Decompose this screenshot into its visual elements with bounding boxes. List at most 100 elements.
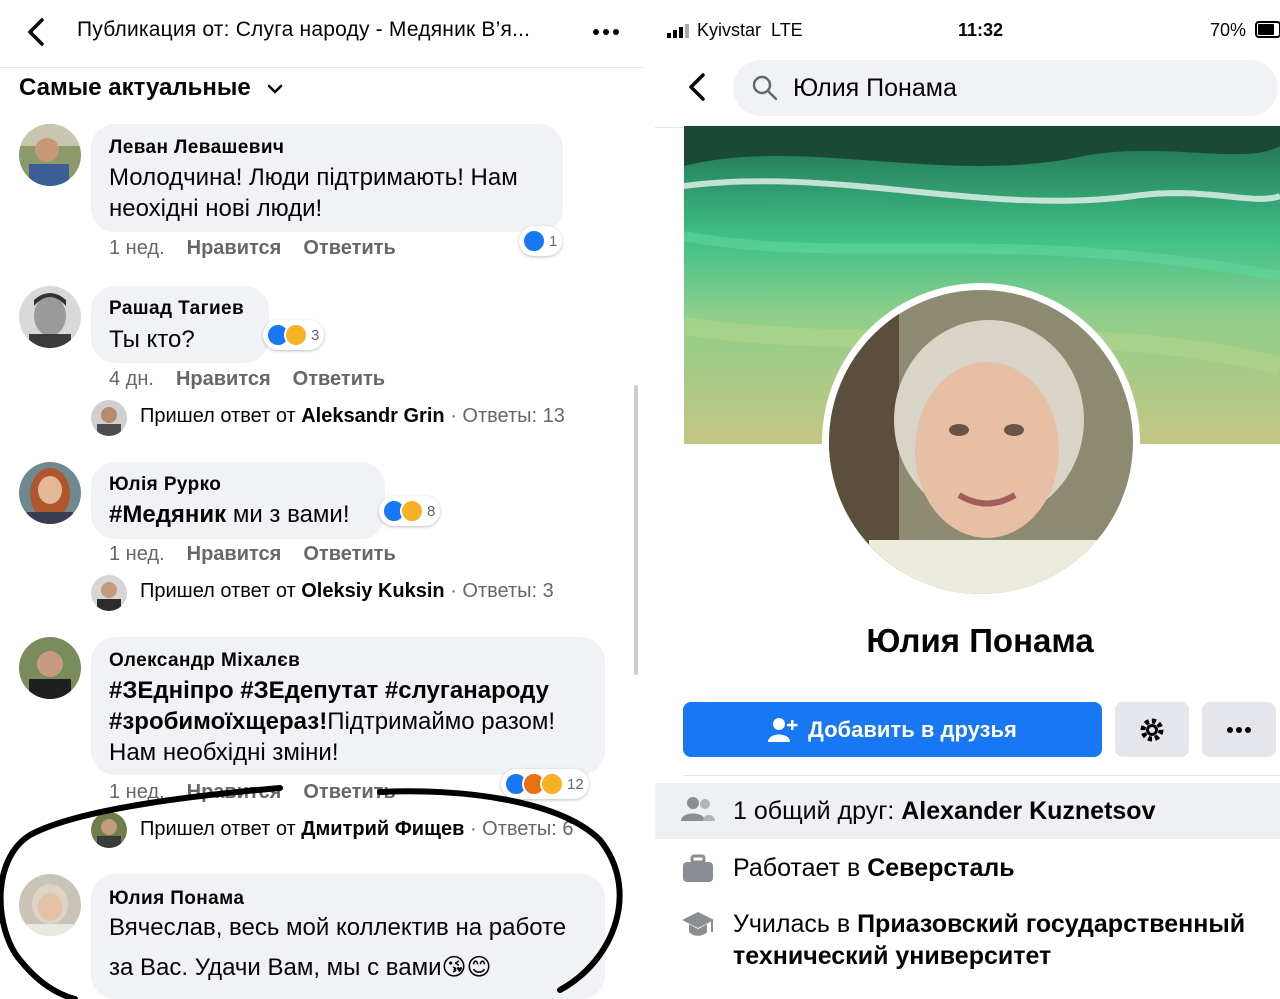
like-button[interactable]: Нравится [187,781,282,803]
reply-prefix: Пришел ответ от [140,405,296,427]
post-header: Публикация от: Слуга народу - Медяник В’… [0,0,645,68]
friends-icon [681,797,715,821]
reaction-summary[interactable]: 8 [379,496,441,526]
add-friend-icon [768,717,798,742]
chevron-left-icon[interactable] [683,70,713,104]
chevron-left-icon[interactable] [22,14,52,50]
comment-text: #Медяник ми з вами! [109,499,350,530]
mutual-friend-name[interactable]: Alexander Kuznetsov [901,797,1155,825]
comment-text: Молодчина! Люди підтримають! Нам [109,164,518,191]
comment-meta: 1 нед. Нравится Ответить [109,781,396,804]
comment-time: 1 нед. [109,237,165,259]
reaction-count: 12 [567,775,584,793]
more-horizontal-icon[interactable] [590,18,622,46]
haha-reaction-icon [540,772,564,796]
comment-author[interactable]: Леван Левашевич [109,137,284,159]
comment-time: 1 нед. [109,781,165,803]
reaction-count: 1 [549,232,558,250]
like-reaction-icon [522,229,546,253]
reply-author: Дмитрий Фищев [301,818,465,840]
reply-avatar[interactable] [91,812,127,848]
comment-author[interactable]: Олександр Міхалєв [109,650,300,672]
like-button[interactable]: Нравится [187,237,282,259]
reply-avatar[interactable] [91,575,127,611]
post-title: Публикация от: Слуга народу - Медяник В’… [77,18,531,41]
reply-prefix: Пришел ответ от [140,580,296,602]
haha-reaction-icon [284,323,308,347]
like-button[interactable]: Нравится [176,368,271,390]
profile-picture[interactable] [822,283,1140,601]
battery-percent: 70% [1210,20,1247,40]
comments-panel: Публикация от: Слуга народу - Медяник В’… [0,0,645,999]
comment-text: #ЗЕдніпро #ЗЕдепутат #слуганароду [109,675,549,706]
reply-button[interactable]: Ответить [303,237,395,259]
comment-text: Вячеслав, весь мой коллектив на работе [109,914,567,941]
search-input[interactable] [793,70,1263,106]
signal-icon [667,24,689,38]
study-place[interactable]: Приазовский государственный [857,910,1245,938]
hashtags[interactable]: #ЗЕдніпро #ЗЕдепутат #слуганароду [109,677,549,704]
reaction-count: 3 [311,326,320,344]
comment-text-rest: ми з вами! [226,501,350,528]
comment-text-rest: Підтримаймо разом! [327,708,555,735]
comment-author[interactable]: Юлія Рурко [109,474,221,496]
comment-sort-dropdown[interactable]: Самые актуальные [19,74,283,102]
reply-summary[interactable]: Пришел ответ от Aleksandr Grin · Ответы:… [140,405,565,428]
reaction-summary[interactable]: 3 [263,320,325,350]
reply-button[interactable]: Ответить [303,543,395,565]
reaction-summary[interactable]: 12 [501,769,589,799]
reply-button[interactable]: Ответить [293,368,385,390]
reply-avatar[interactable] [91,400,127,436]
comment-text: неохідні нові люди! [109,195,323,222]
add-friend-label: Добавить в друзья [808,716,1017,742]
comment-text-rest: за Вас. Удачи Вам, мы с вами [109,954,442,981]
search-icon [752,75,778,101]
work-place[interactable]: Северсталь [867,854,1014,882]
emoji: 😘😊 [441,954,492,981]
profile-panel: Kyivstar LTE 11:32 70% Юлия Понама Юлия … [655,0,1280,999]
graduation-cap-icon [682,912,714,936]
more-options-button[interactable] [1202,702,1276,757]
hashtag[interactable]: #зробимоїхщераз! [109,708,327,735]
reply-count: · Ответы: 3 [450,580,554,602]
comment-text: Ты кто? [109,326,195,353]
add-friend-button[interactable]: Добавить в друзья [683,702,1102,757]
comment-author[interactable]: Юлия Понама [109,888,244,910]
hashtag[interactable]: #Медяник [109,501,226,528]
work-prefix: Работает в [733,854,861,882]
avatar[interactable] [19,124,81,186]
mutual-friends-row[interactable]: 1 общий друг: Alexander Kuznetsov [655,783,1280,839]
reply-count: · Ответы: 6 [469,818,574,840]
reply-summary[interactable]: Пришел ответ от Oleksiy Kuksin · Ответы:… [140,580,554,603]
status-bar: Kyivstar LTE 11:32 70% [655,0,1280,60]
reply-author: Oleksiy Kuksin [301,580,445,602]
reply-prefix: Пришел ответ от [140,818,296,840]
gear-icon [1140,718,1164,741]
comment-time: 4 дн. [109,368,154,390]
avatar[interactable] [19,462,81,524]
sort-label: Самые актуальные [19,74,251,101]
settings-button[interactable] [1115,702,1189,757]
profile-name: Юлия Понама [866,622,1094,659]
carrier-label: Kyivstar LTE [697,20,803,40]
scrollbar[interactable] [634,385,638,675]
search-bar-row [655,56,1280,128]
avatar[interactable] [19,286,81,348]
avatar[interactable] [19,874,81,936]
search-field[interactable] [733,60,1278,116]
reaction-summary[interactable]: 1 [519,226,563,256]
mutual-prefix: 1 общий друг: [733,797,895,825]
comment-author[interactable]: Рашад Тагиев [109,298,244,320]
reply-button[interactable]: Ответить [303,781,395,803]
reply-author: Aleksandr Grin [301,405,445,427]
battery-icon [1255,21,1280,38]
divider [683,775,1280,776]
reply-count: · Ответы: 13 [450,405,565,427]
like-button[interactable]: Нравится [187,543,282,565]
comment-time: 1 нед. [109,543,165,565]
comment-text: Нам необхідні зміни! [109,739,339,766]
education-row: Училась в Приазовский государственный те… [655,908,1280,978]
study-place-line2[interactable]: технический университет [733,942,1051,970]
avatar[interactable] [19,637,81,699]
reply-summary[interactable]: Пришел ответ от Дмитрий Фищев · Ответы: … [140,818,574,841]
